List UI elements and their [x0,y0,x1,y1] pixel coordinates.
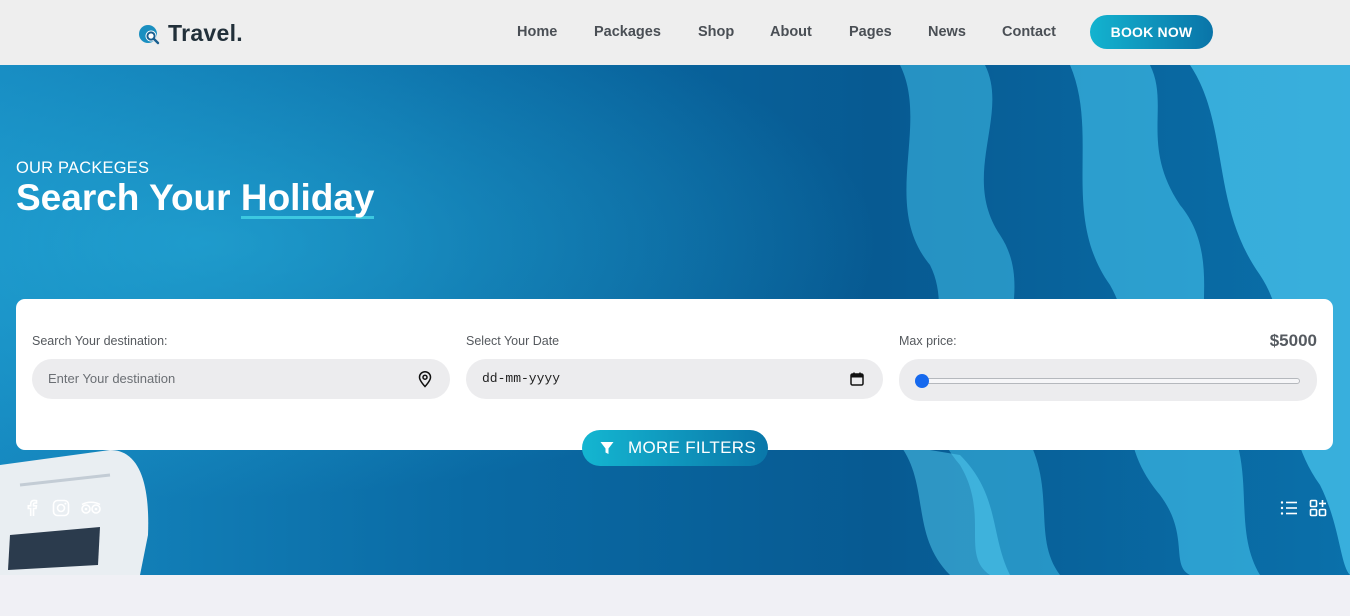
grid-view-icon[interactable] [1308,498,1328,518]
nav-home[interactable]: Home [517,24,557,40]
nav-pages[interactable]: Pages [849,24,892,40]
price-slider-field [899,359,1317,401]
destination-input[interactable]: Enter Your destination [48,371,175,386]
hero-title: Search Your Holiday [16,177,375,219]
hero-title-text: Search Your [16,177,241,218]
nav-packages[interactable]: Packages [594,24,661,40]
nav-about[interactable]: About [770,24,812,40]
more-filters-label: MORE FILTERS [628,438,756,457]
hero-title-highlight: Holiday [240,177,375,219]
instagram-icon[interactable] [51,498,71,518]
map-pin-icon [418,371,432,388]
facebook-icon[interactable] [22,498,42,518]
nav-news[interactable]: News [928,24,966,40]
nav-contact[interactable]: Contact [1002,24,1056,40]
more-filters-button[interactable]: MORE FILTERS [582,430,768,466]
price-slider-track[interactable] [920,378,1300,384]
list-view-icon[interactable] [1279,498,1299,518]
search-panel: Search Your destination: Enter Your dest… [16,299,1333,450]
price-value: $5000 [1269,331,1317,350]
destination-label: Search Your destination: [32,334,168,348]
hero-subtitle: OUR PACKEGES [16,159,150,177]
date-field[interactable]: dd-mm-yyyy [466,359,883,399]
filter-icon [600,442,614,454]
price-slider-thumb[interactable] [915,374,929,388]
book-now-button[interactable]: BOOK NOW [1090,15,1213,49]
calendar-icon[interactable] [849,371,865,387]
destination-field[interactable]: Enter Your destination [32,359,450,399]
date-input[interactable]: dd-mm-yyyy [482,371,560,386]
nav-shop[interactable]: Shop [698,24,734,40]
date-label: Select Your Date [466,334,560,348]
tripadvisor-icon[interactable] [80,498,102,518]
top-navbar: Travel. Home Packages Shop About Pages N… [0,0,1350,65]
price-label: Max price: [899,334,957,348]
